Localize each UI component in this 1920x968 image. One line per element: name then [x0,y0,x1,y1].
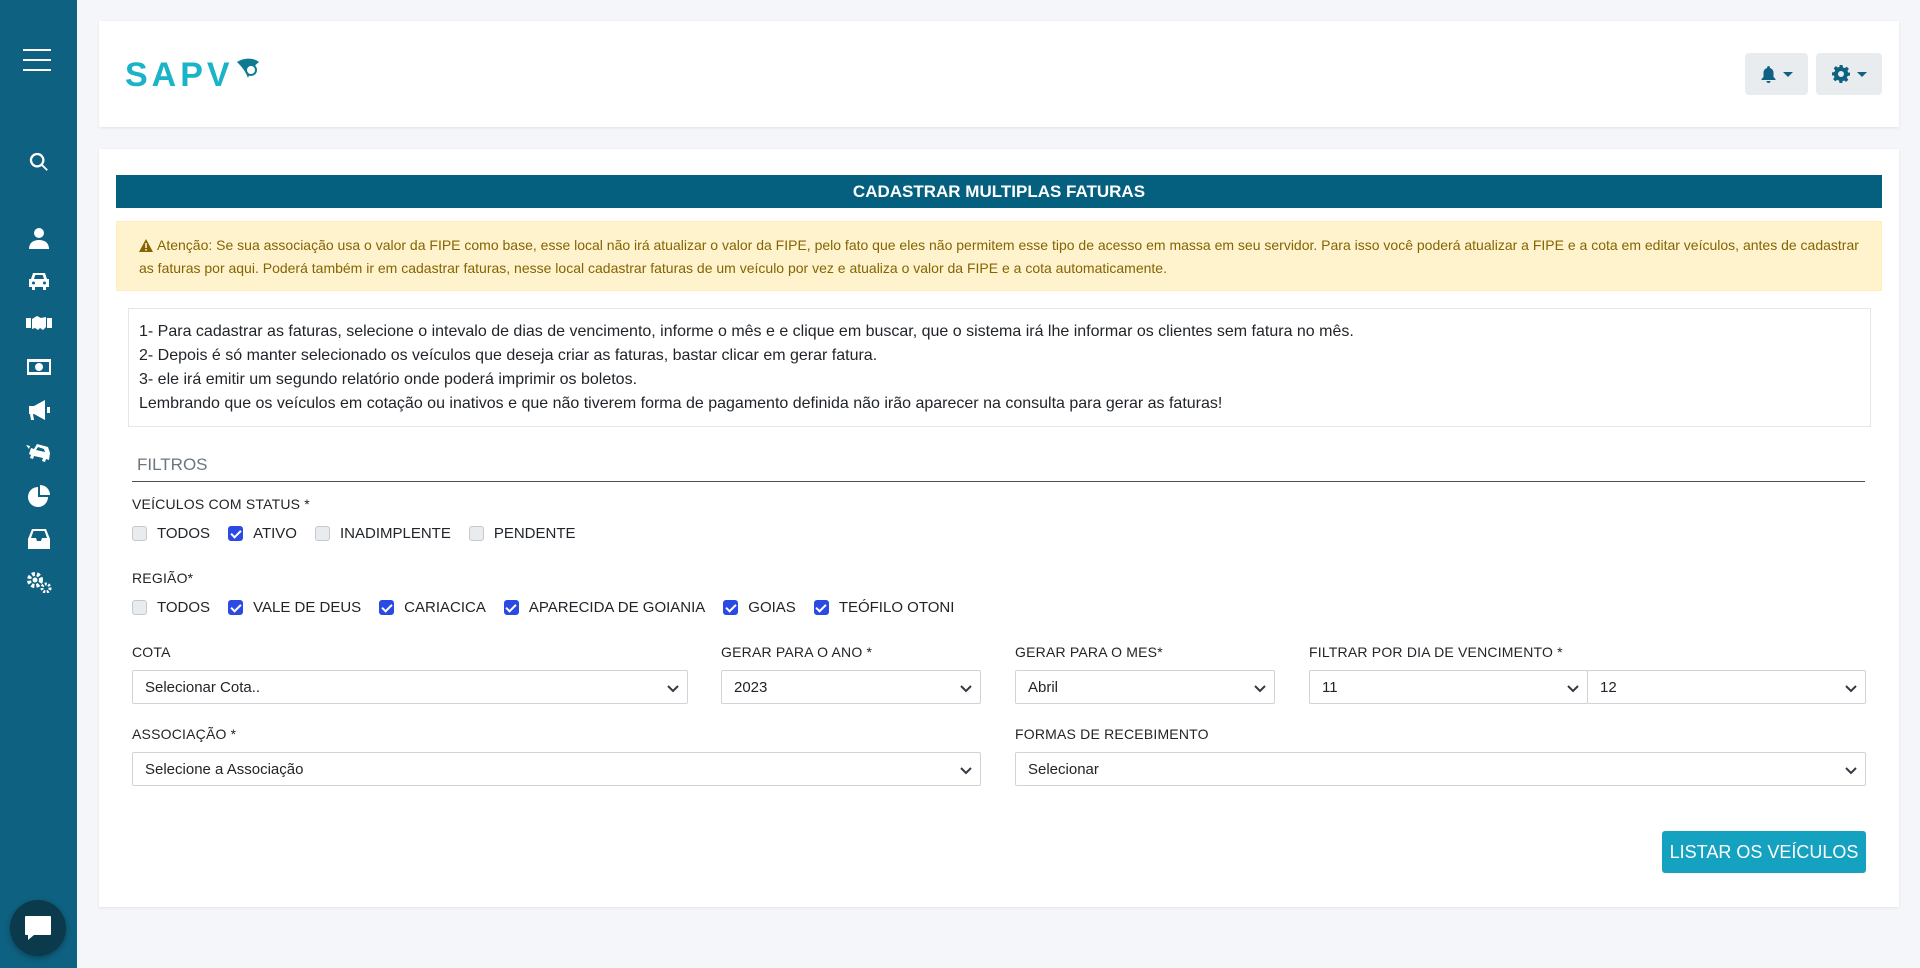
bell-icon [1761,65,1775,83]
region-option-cariacica[interactable]: CARIACICA [379,599,486,616]
megaphone-icon[interactable] [0,395,77,425]
user-icon[interactable] [0,223,77,253]
cota-label: COTA [132,644,171,660]
chevron-down-icon [960,767,972,775]
chevron-down-icon [667,685,679,693]
handshake-icon[interactable] [0,309,77,339]
region-label: REGIÃO* [132,570,194,586]
warning-text: Atenção: Se sua associação usa o valor d… [139,237,1859,276]
due-day-from-select[interactable]: 11 [1309,670,1588,704]
status-option-pendente[interactable]: PENDENTE [468,525,576,542]
car-icon[interactable] [0,266,77,296]
month-select[interactable]: Abril [1015,670,1275,704]
instruction-line: Lembrando que os veículos em cotação ou … [139,395,1223,412]
instructions-box: 1- Para cadastrar as faturas, selecione … [128,308,1871,427]
instruction-line: 2- Depois é só manter selecionado os veí… [139,347,878,364]
checkbox[interactable] [314,526,330,541]
inbox-icon[interactable] [0,524,77,554]
chevron-down-icon [1782,71,1793,77]
menu-icon[interactable] [20,45,54,75]
notifications-button[interactable] [1745,53,1808,95]
svg-text:SAPV: SAPV [125,56,234,94]
checkbox[interactable] [503,600,519,615]
due-day-to-select[interactable]: 12 [1587,670,1866,704]
region-option-aparecida-de-goiania[interactable]: APARECIDA DE GOIANIA [503,599,705,616]
region-option-teofilo-otoni[interactable]: TEÓFILO OTONI [813,599,954,616]
year-select[interactable]: 2023 [721,670,981,704]
pie-chart-icon[interactable] [0,481,77,511]
status-option-inadimplente[interactable]: INADIMPLENTE [314,525,451,542]
status-option-ativo[interactable]: ATIVO [228,525,297,542]
checkbox[interactable] [723,600,739,615]
main-card: CADASTRAR MULTIPLAS FATURAS Atenção: Se … [99,149,1899,907]
due-day-label: FILTRAR POR DIA DE VENCIMENTO * [1309,644,1563,660]
chevron-down-icon [1254,685,1266,693]
association-select[interactable]: Selecione a Associação [132,752,981,786]
region-checkbox-group: TODOS VALE DE DEUS CARIACICA APARECIDA D… [132,599,972,616]
gear-icon [1831,65,1850,83]
chevron-down-icon [1856,71,1867,77]
divider [132,481,1865,482]
checkbox[interactable] [813,600,829,615]
checkbox[interactable] [468,526,484,541]
checkbox[interactable] [228,600,244,615]
checkbox[interactable] [228,526,244,541]
status-option-todos[interactable]: TODOS [132,525,210,542]
warning-alert: Atenção: Se sua associação usa o valor d… [116,221,1882,291]
chevron-down-icon [960,685,972,693]
payment-method-select[interactable]: Selecionar [1015,752,1866,786]
sidebar [0,0,77,968]
checkbox[interactable] [132,526,147,541]
chevron-down-icon [1845,767,1857,775]
car-crash-icon[interactable] [0,438,77,468]
chevron-down-icon [1845,685,1857,693]
warning-icon [139,237,153,258]
association-label: ASSOCIAÇÃO * [132,726,237,742]
checkbox[interactable] [132,600,147,615]
page-title: CADASTRAR MULTIPLAS FATURAS [116,175,1882,208]
status-label: VEÍCULOS COM STATUS * [132,496,310,512]
month-label: GERAR PARA O MES* [1015,644,1163,660]
instruction-line: 3- ele irá emitir um segundo relatório o… [139,371,638,388]
logo[interactable]: SAPV [125,56,275,99]
filters-title: FILTROS [137,455,208,474]
top-header: SAPV [99,21,1899,127]
money-icon[interactable] [0,352,77,382]
region-option-goias[interactable]: GOIAS [723,599,796,616]
checkbox[interactable] [379,600,395,615]
search-icon[interactable] [0,147,77,177]
region-option-vale-de-deus[interactable]: VALE DE DEUS [228,599,361,616]
payment-label: FORMAS DE RECEBIMENTO [1015,726,1209,742]
region-option-todos[interactable]: TODOS [132,599,210,616]
status-checkbox-group: TODOS ATIVO INADIMPLENTE PENDENTE [132,525,594,542]
instruction-line: 1- Para cadastrar as faturas, selecione … [139,323,1354,340]
chat-icon[interactable] [10,900,66,956]
cota-select[interactable]: Selecionar Cota.. [132,670,688,704]
settings-button[interactable] [1816,53,1882,95]
chevron-down-icon [1567,685,1579,693]
year-label: GERAR PARA O ANO * [721,644,873,660]
cogs-icon[interactable] [0,567,77,597]
list-vehicles-button[interactable]: LISTAR OS VEÍCULOS [1662,831,1866,873]
